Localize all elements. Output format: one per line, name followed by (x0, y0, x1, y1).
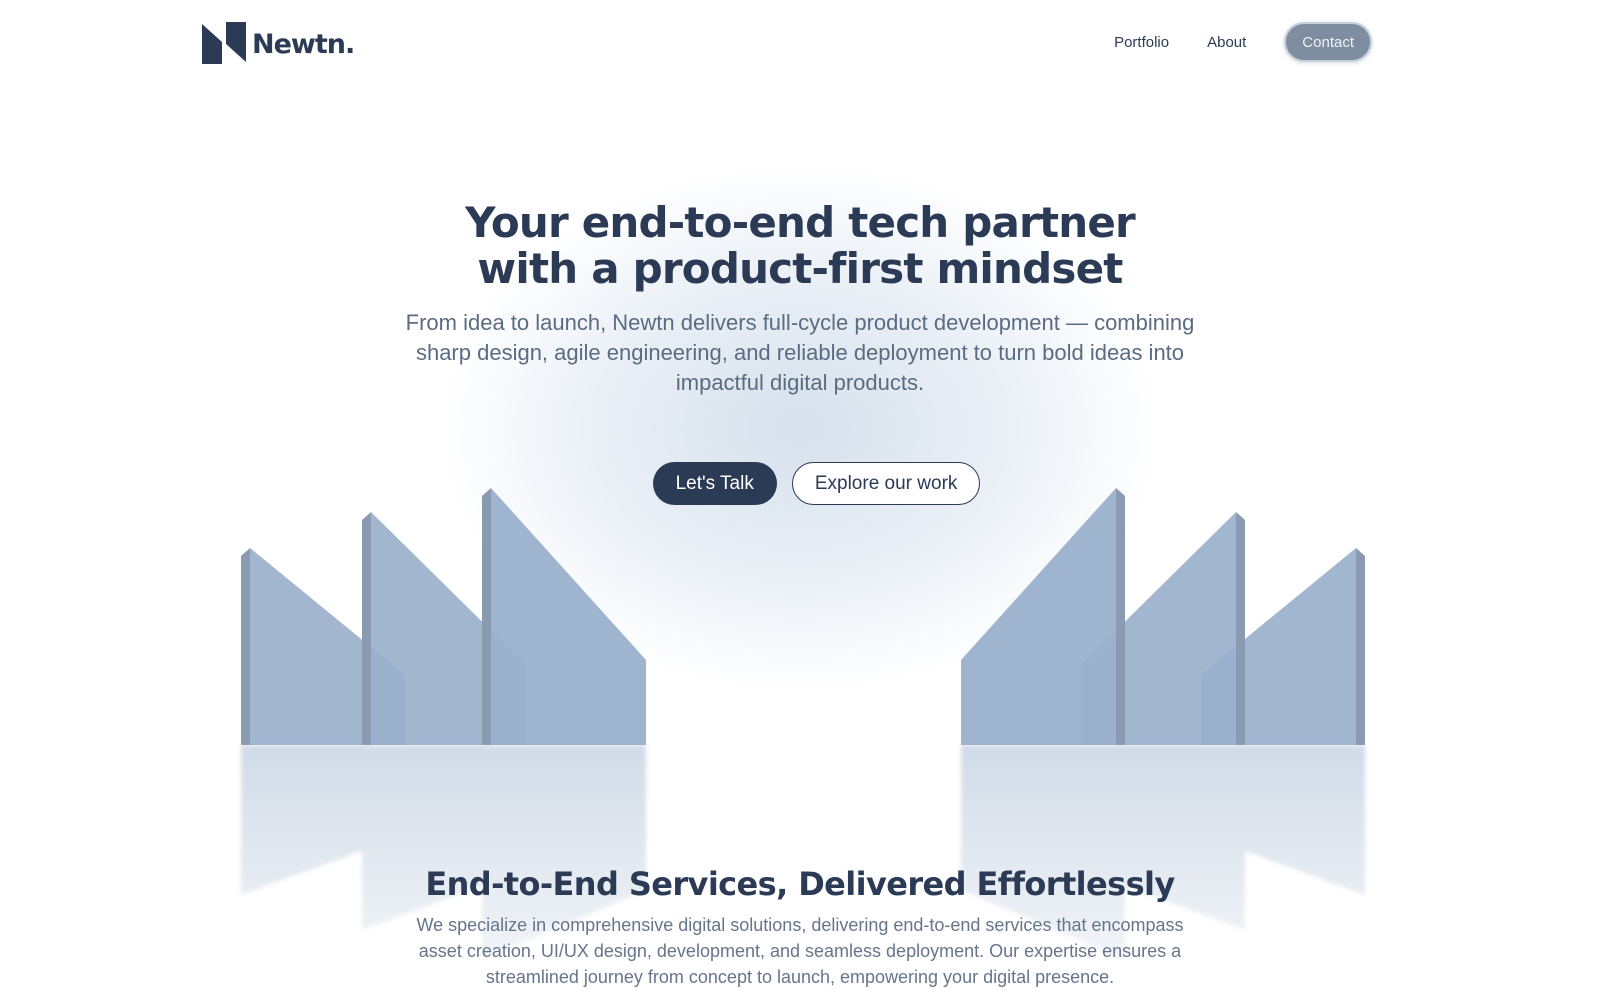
hero-cta-row: Let's Talk Explore our work (0, 462, 1600, 505)
contact-button[interactable]: Contact (1284, 22, 1372, 62)
services-description: We specialize in comprehensive digital s… (416, 915, 1184, 987)
left-panels (241, 488, 646, 745)
services-section: End-to-End Services, Delivered Effortles… (0, 864, 1600, 990)
left-panel-back-edge (241, 548, 250, 745)
hero-title: Your end-to-end tech partner with a prod… (465, 198, 1136, 293)
left-panel-front (491, 488, 646, 745)
services-title: End-to-End Services, Delivered Effortles… (425, 865, 1175, 903)
explore-work-button[interactable]: Explore our work (791, 462, 981, 505)
logo[interactable]: Newtn. (202, 22, 355, 64)
nav-about-link[interactable]: About (1207, 34, 1246, 51)
left-panel-front-edge (482, 488, 491, 745)
site-header: Newtn. Portfolio About Contact (0, 0, 1600, 88)
right-panel-front-edge (1116, 488, 1125, 745)
right-panel-back-edge (1356, 548, 1365, 745)
main-nav: Portfolio About Contact (1114, 22, 1372, 62)
nav-portfolio-link[interactable]: Portfolio (1114, 34, 1169, 51)
logo-text: Newtn. (252, 28, 355, 60)
right-panel-middle-edge (1236, 512, 1245, 745)
right-panels (961, 488, 1365, 745)
right-panel-front (961, 488, 1116, 745)
newtn-logo-mark-icon (202, 22, 246, 64)
landing-page: Newtn. Portfolio About Contact Your end-… (0, 0, 1600, 1000)
hero-section: Your end-to-end tech partner with a prod… (0, 200, 1600, 398)
left-panel-middle-edge (362, 512, 371, 745)
hero-subtitle: From idea to launch, Newtn delivers full… (405, 310, 1195, 395)
lets-talk-button[interactable]: Let's Talk (652, 462, 777, 505)
